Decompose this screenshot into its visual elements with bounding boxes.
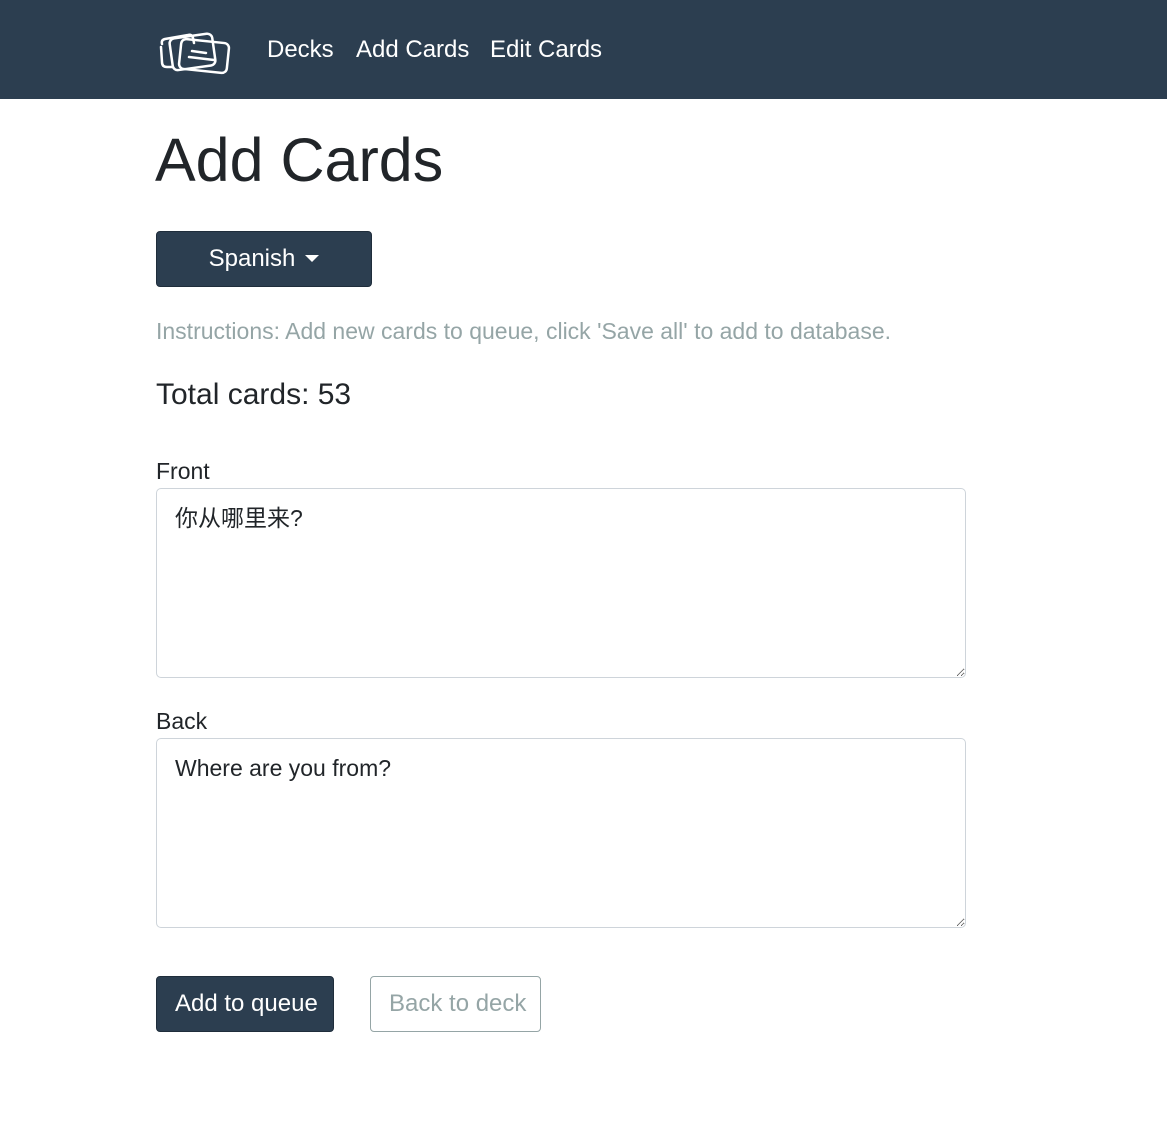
total-cards-count: Total cards: 53 (156, 378, 352, 411)
front-textarea[interactable]: 你从哪里来? (156, 488, 966, 678)
instructions-text: Instructions: Add new cards to queue, cl… (156, 318, 892, 344)
brand-logo-cards-icon[interactable] (156, 27, 232, 75)
page-title: Add Cards (155, 126, 444, 194)
deck-select-label: Spanish (208, 245, 296, 272)
front-label: Front (156, 458, 210, 484)
navbar: Decks Add Cards Edit Cards (0, 0, 1167, 99)
back-label: Back (156, 708, 208, 734)
deck-select-dropdown[interactable]: Spanish (156, 231, 372, 287)
add-to-queue-button[interactable]: Add to queue (156, 976, 334, 1032)
back-textarea[interactable]: Where are you from? (156, 738, 966, 928)
nav-link-edit-cards[interactable]: Edit Cards (490, 34, 602, 66)
nav-link-add-cards[interactable]: Add Cards (356, 34, 469, 66)
caret-down-icon (305, 254, 320, 262)
back-to-deck-button[interactable]: Back to deck (370, 976, 541, 1032)
cards-icon (159, 32, 231, 75)
nav-link-decks[interactable]: Decks (267, 34, 334, 66)
